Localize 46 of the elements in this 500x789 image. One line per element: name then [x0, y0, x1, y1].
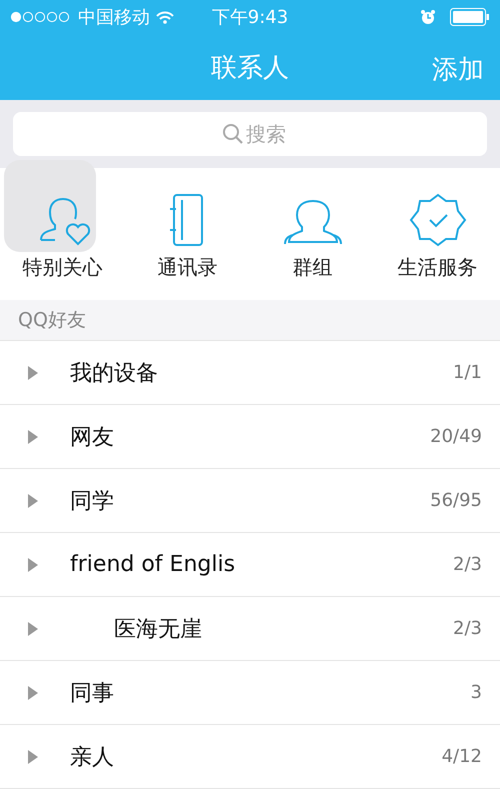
group-name: 我的设备	[70, 360, 159, 388]
search-field[interactable]: 搜索	[13, 112, 487, 156]
group-count: 2/3	[453, 554, 482, 575]
shortcut-label: 通讯录	[158, 254, 218, 281]
group-row[interactable]: 同事 3	[0, 661, 500, 725]
group-count: 56/95	[430, 490, 482, 511]
search-icon	[222, 123, 244, 145]
expand-arrow-icon	[28, 686, 38, 700]
group-name: 同学	[70, 488, 115, 516]
battery-icon	[450, 8, 490, 26]
badge-check-icon	[408, 192, 468, 248]
group-name: 医海无崖	[113, 616, 203, 644]
group-row[interactable]: 网友 20/49	[0, 405, 500, 469]
group-name: friend of Englis	[70, 552, 236, 577]
group-row[interactable]: 我的设备 1/1	[0, 341, 500, 405]
signal-icon	[10, 11, 72, 23]
shortcut-item[interactable]: 通讯录	[125, 168, 250, 281]
group-row[interactable]: 亲人 4/12	[0, 725, 500, 789]
shortcut-label: 生活服务	[398, 254, 478, 281]
expand-arrow-icon	[28, 366, 38, 380]
expand-arrow-icon	[28, 494, 38, 508]
group-row[interactable]: 同学 56/95	[0, 469, 500, 533]
group-row[interactable]: friend of Englis 2/3	[0, 533, 500, 597]
expand-arrow-icon	[28, 622, 38, 636]
group-count: 4/12	[442, 746, 482, 767]
wifi-icon	[156, 10, 174, 24]
page-title: 联系人	[211, 52, 289, 84]
section-header: QQ好友	[18, 308, 86, 333]
shortcut-item[interactable]: 群组	[250, 168, 375, 281]
carrier-name: 中国移动	[78, 6, 150, 29]
group-name: 网友	[70, 424, 115, 452]
group-name: 同事	[70, 680, 115, 708]
alarm-icon	[420, 9, 436, 25]
group-count: 3	[470, 682, 482, 703]
group-count: 2/3	[453, 618, 482, 639]
shortcut-label: 群组	[292, 254, 332, 281]
group-name: 亲人	[70, 744, 115, 772]
shortcut-item[interactable]: 生活服务	[375, 168, 500, 281]
group-row[interactable]: 医海无崖 2/3	[0, 597, 500, 661]
shortcut-label: 特别关心	[22, 254, 102, 281]
group-count: 20/49	[430, 426, 482, 447]
expand-arrow-icon	[28, 558, 38, 572]
status-time: 下午9:43	[212, 6, 288, 29]
expand-arrow-icon	[28, 430, 38, 444]
group-count: 1/1	[453, 362, 482, 383]
expand-arrow-icon	[28, 750, 38, 764]
